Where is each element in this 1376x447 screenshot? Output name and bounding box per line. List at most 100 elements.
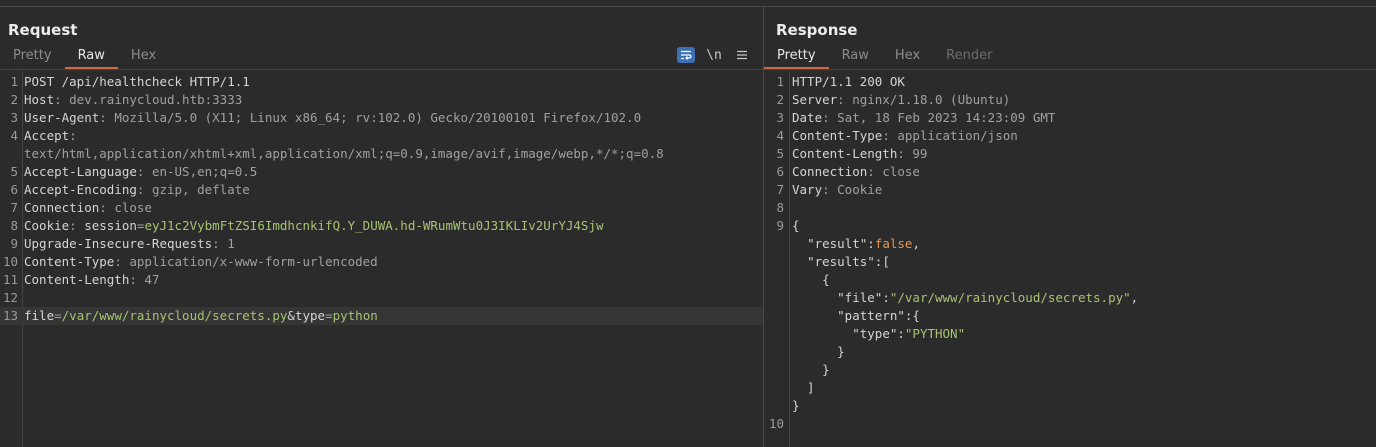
request-line[interactable]: 1 POST /api/healthcheck HTTP/1.1 xyxy=(0,73,763,91)
response-line[interactable]: 3 Date: Sat, 18 Feb 2023 14:23:09 GMT xyxy=(764,109,1376,127)
line-code: "file":"/var/www/rainycloud/secrets.py", xyxy=(792,289,1138,307)
code-token: Upgrade-Insecure-Requests xyxy=(24,236,213,251)
line-code: } xyxy=(792,361,830,379)
response-line[interactable]: "pattern":{ xyxy=(764,307,1376,325)
request-tab-raw[interactable]: Raw xyxy=(64,47,118,69)
code-token: : dev.rainycloud.htb:3333 xyxy=(54,92,243,107)
code-token: Server xyxy=(792,92,838,107)
code-token: , xyxy=(1130,290,1139,305)
code-token: Date xyxy=(792,110,823,125)
menu-icon[interactable] xyxy=(733,47,751,63)
line-code: ] xyxy=(792,379,815,397)
line-number: 4 xyxy=(10,128,18,143)
line-code: Connection: close xyxy=(792,163,920,181)
request-line[interactable]: text/html,application/xhtml+xml,applicat… xyxy=(0,145,763,163)
request-editor[interactable]: 1 POST /api/healthcheck HTTP/1.1 2 Host: de… xyxy=(0,71,763,447)
code-token: Content-Length xyxy=(792,146,898,161)
code-token: Vary xyxy=(792,182,823,197)
response-line[interactable]: 5 Content-Length: 99 xyxy=(764,145,1376,163)
line-code: "result":false, xyxy=(792,235,920,253)
line-code: { xyxy=(792,217,800,235)
request-line[interactable]: 5 Accept-Language: en-US,en;q=0.5 xyxy=(0,163,763,181)
response-line[interactable]: 10 xyxy=(764,415,1376,433)
response-line[interactable]: 8 xyxy=(764,199,1376,217)
code-token: = xyxy=(325,308,333,323)
response-line[interactable]: "results":[ xyxy=(764,253,1376,271)
wrap-lines-icon[interactable] xyxy=(677,47,695,63)
response-tab-underline xyxy=(764,69,1376,70)
response-tab-raw[interactable]: Raw xyxy=(829,47,882,67)
code-token: :{ xyxy=(904,308,920,323)
response-line[interactable]: 4 Content-Type: application/json xyxy=(764,127,1376,145)
response-editor[interactable]: 1 HTTP/1.1 200 OK 2 Server: nginx/1.18.0 (U… xyxy=(764,71,1376,447)
line-code: Host: dev.rainycloud.htb:3333 xyxy=(24,91,242,109)
response-line[interactable]: 2 Server: nginx/1.18.0 (Ubuntu) xyxy=(764,91,1376,109)
response-line[interactable]: } xyxy=(764,343,1376,361)
response-tab-render[interactable]: Render xyxy=(933,47,1005,67)
request-line[interactable]: 4 Accept: xyxy=(0,127,763,145)
request-line[interactable]: 3 User-Agent: Mozilla/5.0 (X11; Linux x86… xyxy=(0,109,763,127)
line-number: 6 xyxy=(10,182,18,197)
request-line[interactable]: 2 Host: dev.rainycloud.htb:3333 xyxy=(0,91,763,109)
request-line[interactable]: 8 Cookie: session=eyJ1c2VybmFtZSI6Imdhcnk… xyxy=(0,217,763,235)
line-code: POST /api/healthcheck HTTP/1.1 xyxy=(24,73,250,91)
request-line[interactable]: 11 Content-Length: 47 xyxy=(0,271,763,289)
line-number: 9 xyxy=(10,236,18,251)
code-token: POST /api/healthcheck HTTP/1.1 xyxy=(24,74,250,89)
code-token: "/var/www/rainycloud/secrets.py" xyxy=(889,290,1131,305)
code-token: : xyxy=(882,290,890,305)
line-code: User-Agent: Mozilla/5.0 (X11; Linux x86_… xyxy=(24,109,641,127)
code-token: : nginx/1.18.0 (Ubuntu) xyxy=(837,92,1011,107)
line-code: HTTP/1.1 200 OK xyxy=(792,73,905,91)
code-token: text/html,application/xhtml+xml,applicat… xyxy=(24,146,664,161)
request-line[interactable]: 9 Upgrade-Insecure-Requests: 1 xyxy=(0,235,763,253)
line-number: 1 xyxy=(10,74,18,89)
line-code: text/html,application/xhtml+xml,applicat… xyxy=(24,145,664,163)
line-number: 3 xyxy=(10,110,18,125)
line-code: file=/var/www/rainycloud/secrets.py&type… xyxy=(24,307,751,325)
response-line[interactable]: } xyxy=(764,397,1376,415)
code-token: Content-Type xyxy=(24,254,115,269)
line-number: 2 xyxy=(10,92,18,107)
response-line[interactable]: "result":false, xyxy=(764,235,1376,253)
response-tabs: Pretty Raw Hex Render xyxy=(764,47,1005,69)
response-line[interactable]: } xyxy=(764,361,1376,379)
line-number: 3 xyxy=(776,110,784,125)
line-number: 8 xyxy=(10,218,18,233)
code-token: Content-Length xyxy=(24,272,130,287)
response-line[interactable]: ] xyxy=(764,379,1376,397)
line-code: "pattern":{ xyxy=(792,307,920,325)
response-line[interactable]: 7 Vary: Cookie xyxy=(764,181,1376,199)
response-tab-pretty[interactable]: Pretty xyxy=(764,47,829,69)
code-token: HTTP/1.1 200 OK xyxy=(792,74,905,89)
request-line[interactable]: 10 Content-Type: application/x-www-form-u… xyxy=(0,253,763,271)
response-line[interactable]: 6 Connection: close xyxy=(764,163,1376,181)
response-line[interactable]: 9{ xyxy=(764,217,1376,235)
newline-toggle-button[interactable]: \n xyxy=(705,47,723,63)
code-token: "pattern" xyxy=(837,308,905,323)
request-line[interactable]: 7 Connection: close xyxy=(0,199,763,217)
code-token: : Sat, 18 Feb 2023 14:23:09 GMT xyxy=(822,110,1056,125)
code-token: : application/x-www-form-urlencoded xyxy=(114,254,378,269)
line-number: 6 xyxy=(776,164,784,179)
request-tab-pretty[interactable]: Pretty xyxy=(0,47,65,67)
request-title: Request xyxy=(8,21,78,39)
line-code: Date: Sat, 18 Feb 2023 14:23:09 GMT xyxy=(792,109,1055,127)
request-line[interactable]: 12 xyxy=(0,289,763,307)
response-tab-hex[interactable]: Hex xyxy=(882,47,933,67)
code-token: /var/www/rainycloud/secrets.py xyxy=(61,308,288,323)
request-line[interactable]: 6 Accept-Encoding: gzip, deflate xyxy=(0,181,763,199)
line-number: 8 xyxy=(776,200,784,215)
line-number: 9 xyxy=(776,218,784,233)
line-code: } xyxy=(792,343,845,361)
response-line[interactable]: 1 HTTP/1.1 200 OK xyxy=(764,73,1376,91)
request-lines: 1 POST /api/healthcheck HTTP/1.1 2 Host: de… xyxy=(0,73,763,325)
code-token: : 47 xyxy=(129,272,160,287)
response-line[interactable]: "file":"/var/www/rainycloud/secrets.py", xyxy=(764,289,1376,307)
request-tab-hex[interactable]: Hex xyxy=(118,47,169,67)
response-line[interactable]: { xyxy=(764,271,1376,289)
request-line[interactable]: 13 file=/var/www/rainycloud/secrets.py&ty… xyxy=(0,307,763,325)
response-line[interactable]: "type":"PYTHON" xyxy=(764,325,1376,343)
